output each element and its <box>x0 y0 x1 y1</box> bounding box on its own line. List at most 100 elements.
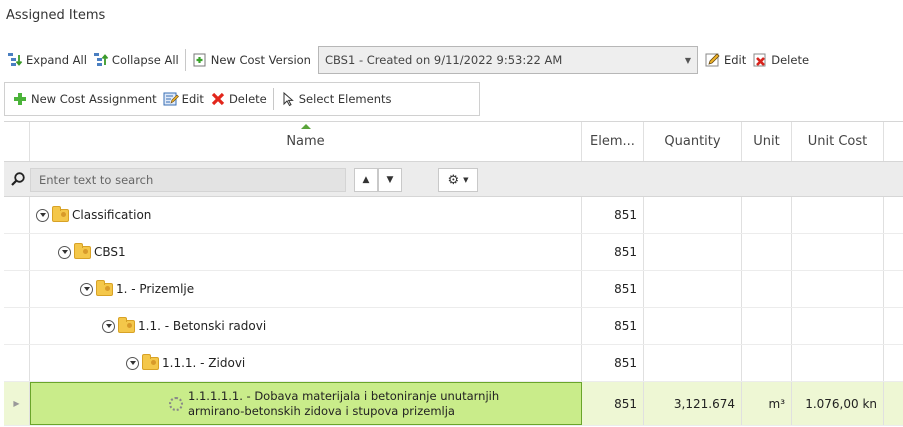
edit-form-icon <box>163 91 179 107</box>
collapse-toggle-icon[interactable] <box>58 245 71 259</box>
unit-cost-cell <box>792 345 884 381</box>
select-elements-button[interactable]: Select Elements <box>277 87 395 111</box>
collapse-toggle-icon[interactable] <box>126 356 139 370</box>
unit-cell: m³ <box>742 382 792 425</box>
collapse-all-label: Collapse All <box>111 53 179 67</box>
new-cost-version-button[interactable]: New Cost Version <box>189 48 314 72</box>
edit-assignment-button[interactable]: Edit <box>160 87 207 111</box>
column-header-quantity-label: Quantity <box>664 134 721 149</box>
new-cost-version-label: New Cost Version <box>210 53 311 67</box>
row-indicator-cell <box>4 197 30 233</box>
chevron-down-icon: ▼ <box>386 175 394 185</box>
unit-cost-cell <box>792 234 884 270</box>
collapse-all-icon <box>93 52 109 68</box>
cost-version-select[interactable]: CBS1 - Created on 9/11/2022 9:53:22 AM ▼ <box>317 46 698 74</box>
collapse-all-button[interactable]: Collapse All <box>90 48 182 72</box>
search-next-button[interactable]: ▼ <box>378 168 402 192</box>
quantity-cell <box>644 197 742 233</box>
selected-row-label: 1.1.1.1.1. - Dobava materijala i betonir… <box>188 389 499 419</box>
folder-icon <box>74 242 91 259</box>
row-label: 1.1. - Betonski radovi <box>138 319 267 333</box>
name-cell[interactable]: Classification <box>30 197 582 233</box>
delete-icon <box>752 52 768 68</box>
unit-cost-cell <box>792 308 884 344</box>
tree-row[interactable]: Classification 851 <box>4 197 903 234</box>
name-cell-selected[interactable]: 1.1.1.1.1. - Dobava materijala i betonir… <box>30 382 582 425</box>
cost-assignment-toolbar: New Cost Assignment Edit Delete Select E… <box>4 82 480 116</box>
unit-cost-cell <box>792 197 884 233</box>
row-indicator-cell: ▶ <box>4 382 30 425</box>
new-cost-assignment-button[interactable]: New Cost Assignment <box>9 87 160 111</box>
column-header-unit-label: Unit <box>753 134 780 149</box>
cost-version-toolbar: Expand All Collapse All New Cost Version… <box>4 40 903 80</box>
quantity-cell: 3,121.674 <box>644 382 742 425</box>
expand-all-button[interactable]: Expand All <box>4 48 90 72</box>
column-header-quantity[interactable]: Quantity <box>644 122 742 161</box>
name-cell[interactable]: CBS1 <box>30 234 582 270</box>
folder-icon <box>96 279 113 296</box>
chevron-down-icon: ▼ <box>684 55 691 65</box>
delete-assignment-label: Delete <box>228 92 267 106</box>
unit-cell <box>742 271 792 307</box>
chevron-down-icon: ▼ <box>463 176 469 184</box>
search-input[interactable]: Enter text to search <box>30 168 346 192</box>
delete-assignment-button[interactable]: Delete <box>207 87 270 111</box>
panel-title: Assigned Items <box>6 8 106 23</box>
folder-icon <box>52 205 69 222</box>
tree-row[interactable]: 1. - Prizemlje 851 <box>4 271 903 308</box>
search-row: Enter text to search ▲ ▼ ⚙ ▼ <box>4 162 903 197</box>
search-previous-button[interactable]: ▲ <box>354 168 378 192</box>
unit-cell <box>742 345 792 381</box>
name-cell[interactable]: 1. - Prizemlje <box>30 271 582 307</box>
tree-row[interactable]: CBS1 851 <box>4 234 903 271</box>
row-label: 1.1.1. - Zidovi <box>162 356 246 370</box>
column-header-name[interactable]: Name <box>30 122 582 161</box>
search-icon <box>10 171 26 187</box>
row-label: CBS1 <box>94 245 126 259</box>
name-cell[interactable]: 1.1. - Betonski radovi <box>30 308 582 344</box>
plus-icon <box>12 91 28 107</box>
unit-cell <box>742 197 792 233</box>
edit-version-button[interactable]: Edit <box>702 48 749 72</box>
column-header-unit-cost-label: Unit Cost <box>807 134 868 149</box>
elements-cell: 851 <box>582 345 644 381</box>
pencil-icon <box>705 52 721 68</box>
delete-version-label: Delete <box>771 53 810 67</box>
row-label: 1. - Prizemlje <box>116 282 195 296</box>
column-header-unit[interactable]: Unit <box>742 122 792 161</box>
grid-header: Name Elem... Quantity Unit Unit Cost <box>4 122 903 162</box>
tree-row[interactable]: 1.1. - Betonski radovi 851 <box>4 308 903 345</box>
delete-version-button[interactable]: Delete <box>749 48 812 72</box>
search-placeholder: Enter text to search <box>39 173 154 187</box>
expand-all-label: Expand All <box>26 53 87 67</box>
unit-cell <box>742 234 792 270</box>
row-label: Classification <box>72 208 152 222</box>
new-version-icon <box>192 52 208 68</box>
gear-icon: ⚙ <box>447 172 460 188</box>
cost-version-value: CBS1 - Created on 9/11/2022 9:53:22 AM <box>324 53 563 67</box>
collapse-toggle-icon[interactable] <box>102 319 115 333</box>
unit-cost-cell: 1.076,00 kn <box>792 382 884 425</box>
header-indicator-cell <box>4 122 30 161</box>
assigned-items-grid: Name Elem... Quantity Unit Unit Cost Ent… <box>4 121 903 427</box>
column-header-elements[interactable]: Elem... <box>582 122 644 161</box>
search-options-button[interactable]: ⚙ ▼ <box>438 168 478 192</box>
row-pointer-icon: ▶ <box>13 399 20 408</box>
name-cell[interactable]: 1.1.1. - Zidovi <box>30 345 582 381</box>
collapse-toggle-icon[interactable] <box>80 282 93 296</box>
elements-cell: 851 <box>582 271 644 307</box>
selected-tree-row[interactable]: ▶ 1.1.1.1.1. - Dobava materijala i beton… <box>4 382 903 426</box>
row-indicator-cell <box>4 345 30 381</box>
selected-row-label-line2: armirano-betonskih zidova i stupova priz… <box>188 403 455 418</box>
elements-cell: 851 <box>582 308 644 344</box>
unit-cost-cell <box>792 271 884 307</box>
row-indicator-cell <box>4 271 30 307</box>
collapse-toggle-icon[interactable] <box>36 208 49 222</box>
toolbar-divider <box>272 88 274 110</box>
elements-cell: 851 <box>582 382 644 425</box>
row-indicator-cell <box>4 308 30 344</box>
tree-row[interactable]: 1.1.1. - Zidovi 851 <box>4 345 903 382</box>
sort-ascending-icon <box>300 124 311 129</box>
column-header-unit-cost[interactable]: Unit Cost <box>792 122 884 161</box>
quantity-cell <box>644 308 742 344</box>
